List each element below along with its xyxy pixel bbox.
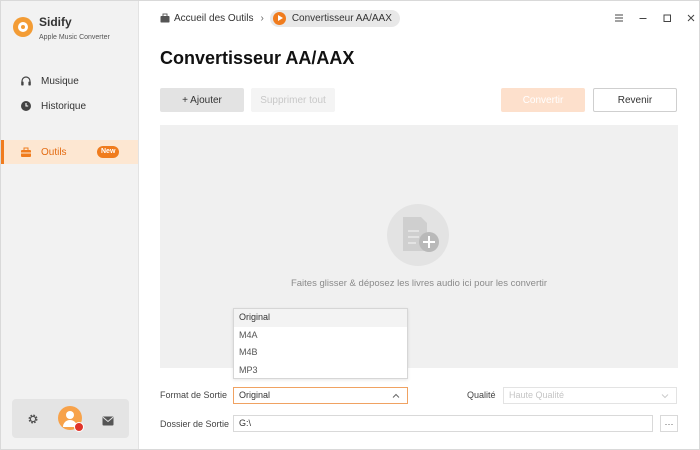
drop-zone-hint: Faites glisser & déposez les livres audi… xyxy=(290,278,548,289)
format-label: Format de Sortie xyxy=(160,390,228,400)
minimize-icon[interactable] xyxy=(633,11,653,25)
delete-all-button[interactable]: Supprimer tout xyxy=(251,88,335,112)
window-controls xyxy=(609,11,700,25)
close-icon[interactable] xyxy=(681,11,700,25)
toolbox-icon xyxy=(19,145,33,159)
breadcrumb-current: Convertisseur AA/AAX xyxy=(269,9,400,27)
quality-label: Qualité xyxy=(467,390,496,400)
sidebar-item-label: Musique xyxy=(41,75,79,87)
sidebar-item-musique[interactable]: Musique xyxy=(1,69,138,93)
format-select[interactable]: Original xyxy=(233,387,408,404)
brand: Sidify Apple Music Converter xyxy=(13,15,110,41)
menu-icon[interactable] xyxy=(609,11,629,25)
output-folder-field[interactable]: G:\ xyxy=(233,415,653,432)
chevron-up-icon xyxy=(392,390,400,398)
headphones-icon xyxy=(19,74,33,88)
toolbox-home-icon xyxy=(160,13,170,23)
format-option-original[interactable]: Original xyxy=(234,309,407,327)
app-window: Sidify Apple Music Converter Musique His… xyxy=(0,0,700,450)
page-title: Convertisseur AA/AAX xyxy=(160,48,355,68)
breadcrumb-home-link[interactable]: Accueil des Outils xyxy=(174,13,253,24)
breadcrumb: Accueil des Outils › Convertisseur AA/AA… xyxy=(160,9,400,27)
play-icon xyxy=(272,11,286,25)
format-select-value: Original xyxy=(239,390,271,400)
sidebar-item-outils[interactable]: Outils New xyxy=(1,140,138,164)
format-option-mp3[interactable]: MP3 xyxy=(234,362,407,380)
notification-dot xyxy=(74,422,84,432)
sidebar: Sidify Apple Music Converter Musique His… xyxy=(1,1,139,449)
sidebar-item-label: Outils xyxy=(41,146,67,158)
sidebar-item-historique[interactable]: Historique xyxy=(1,94,138,118)
app-subtitle: Apple Music Converter xyxy=(39,34,110,41)
add-button[interactable]: + Ajouter xyxy=(160,88,244,112)
quality-select-value: Haute Qualité xyxy=(509,390,565,400)
sidify-logo-icon xyxy=(13,17,33,37)
maximize-icon[interactable] xyxy=(657,11,677,25)
gear-icon[interactable] xyxy=(27,412,39,424)
app-name: Sidify xyxy=(39,15,72,29)
user-avatar-icon[interactable] xyxy=(58,406,84,432)
chevron-down-icon xyxy=(661,390,669,399)
add-file-icon xyxy=(387,204,449,266)
clock-icon xyxy=(19,99,33,113)
mail-icon[interactable] xyxy=(102,413,114,426)
format-option-m4b[interactable]: M4B xyxy=(234,344,407,362)
chevron-right-icon: › xyxy=(260,12,264,24)
browse-folder-button[interactable]: ··· xyxy=(660,415,678,432)
new-badge: New xyxy=(97,146,120,158)
sidebar-bottom-bar xyxy=(12,399,129,438)
quality-select[interactable]: Haute Qualité xyxy=(503,387,677,404)
back-button[interactable]: Revenir xyxy=(593,88,677,112)
breadcrumb-current-label: Convertisseur AA/AAX xyxy=(291,12,392,24)
folder-label: Dossier de Sortie xyxy=(160,419,230,429)
convert-button[interactable]: Convertir xyxy=(501,88,585,112)
format-dropdown-list: Original M4A M4B MP3 xyxy=(233,308,408,379)
format-option-m4a[interactable]: M4A xyxy=(234,327,407,345)
sidebar-item-label: Historique xyxy=(41,100,87,112)
